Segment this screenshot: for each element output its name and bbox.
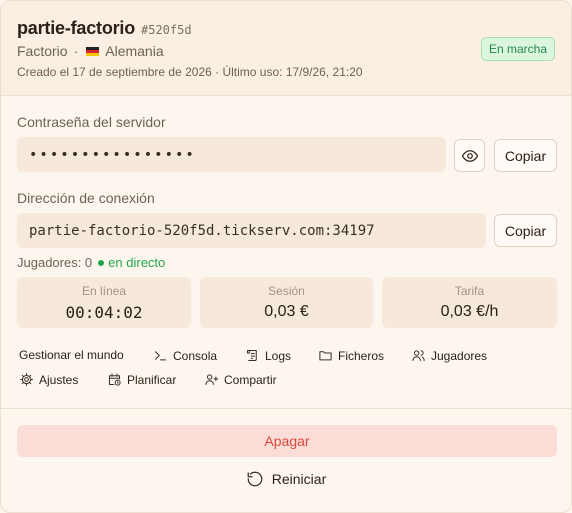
stat-value: 0,03 €/h — [440, 303, 499, 320]
live-dot-icon — [98, 259, 105, 266]
schedule-button[interactable]: Planificar — [107, 372, 176, 387]
live-label: en directo — [108, 255, 166, 270]
password-field[interactable]: •••••••••••••••• — [17, 137, 446, 172]
server-card: partie-factorio #520f5d Factorio · Alema… — [0, 0, 572, 513]
section-divider — [1, 408, 571, 409]
connection-address: partie-factorio-520f5d.tickserv.com:3419… — [29, 222, 375, 239]
manage-world-label: Gestionar el mundo — [19, 348, 124, 362]
rotate-ccw-icon — [247, 471, 263, 487]
eye-icon — [461, 149, 478, 162]
password-value: •••••••••••••••• — [29, 146, 196, 163]
players-button[interactable]: Jugadores — [411, 348, 487, 363]
copy-address-button[interactable]: Copiar — [494, 214, 557, 247]
calendar-clock-icon — [109, 373, 121, 386]
players-row: Jugadores: 0 en directo — [17, 255, 165, 270]
settings-button[interactable]: Ajustes — [19, 372, 78, 387]
logs-label: Logs — [265, 348, 292, 363]
show-password-button[interactable] — [454, 139, 485, 172]
live-indicator: en directo — [98, 255, 165, 270]
connection-label: Dirección de conexión — [17, 190, 155, 206]
stat-uptime: En línea 00:04:02 — [17, 277, 191, 328]
stat-caption: Tarifa — [454, 284, 485, 298]
share-label: Compartir — [224, 372, 277, 387]
gear-icon — [20, 373, 33, 386]
manage-world-button[interactable]: Gestionar el mundo — [19, 348, 124, 362]
files-label: Ficheros — [338, 348, 385, 363]
folder-icon — [319, 351, 332, 361]
stat-session: Sesión 0,03 € — [200, 277, 373, 328]
server-hash: #520f5d — [141, 23, 192, 37]
stat-caption: Sesión — [268, 284, 305, 298]
region-name: Alemania — [105, 43, 164, 59]
console-label: Consola — [173, 348, 218, 363]
logs-button[interactable]: Logs — [245, 348, 291, 363]
stat-rate: Tarifa 0,03 €/h — [382, 277, 557, 328]
server-meta: Creado el 17 de septiembre de 2026 · Últ… — [17, 65, 363, 79]
terminal-icon — [155, 351, 166, 361]
copy-password-button[interactable]: Copiar — [494, 139, 557, 172]
germany-flag-icon — [86, 46, 100, 56]
players-count: Jugadores: 0 — [17, 255, 93, 270]
console-button[interactable]: Consola — [153, 348, 217, 363]
share-button[interactable]: Compartir — [204, 372, 277, 387]
scroll-icon — [247, 350, 257, 361]
stat-value: 00:04:02 — [65, 303, 143, 322]
settings-label: Ajustes — [39, 372, 79, 387]
stat-value: 0,03 € — [264, 303, 309, 320]
password-label: Contraseña del servidor — [17, 114, 166, 130]
separator: · — [73, 43, 79, 59]
user-plus-icon — [205, 374, 219, 385]
players-label: Jugadores — [431, 348, 488, 363]
stop-server-button[interactable]: Apagar — [17, 425, 557, 457]
server-header: partie-factorio #520f5d Factorio · Alema… — [1, 1, 571, 96]
files-button[interactable]: Ficheros — [318, 348, 384, 363]
connection-address-field[interactable]: partie-factorio-520f5d.tickserv.com:3419… — [17, 213, 486, 248]
server-subline: Factorio · Alemania — [17, 43, 164, 59]
game-name: Factorio — [17, 43, 68, 59]
stat-caption: En línea — [81, 284, 127, 298]
server-name: partie-factorio — [17, 18, 136, 38]
status-badge: En marcha — [480, 37, 555, 61]
restart-server-button[interactable]: Reiniciar — [1, 470, 571, 488]
restart-label: Reiniciar — [271, 471, 327, 487]
schedule-label: Planificar — [127, 372, 177, 387]
users-icon — [412, 350, 425, 361]
